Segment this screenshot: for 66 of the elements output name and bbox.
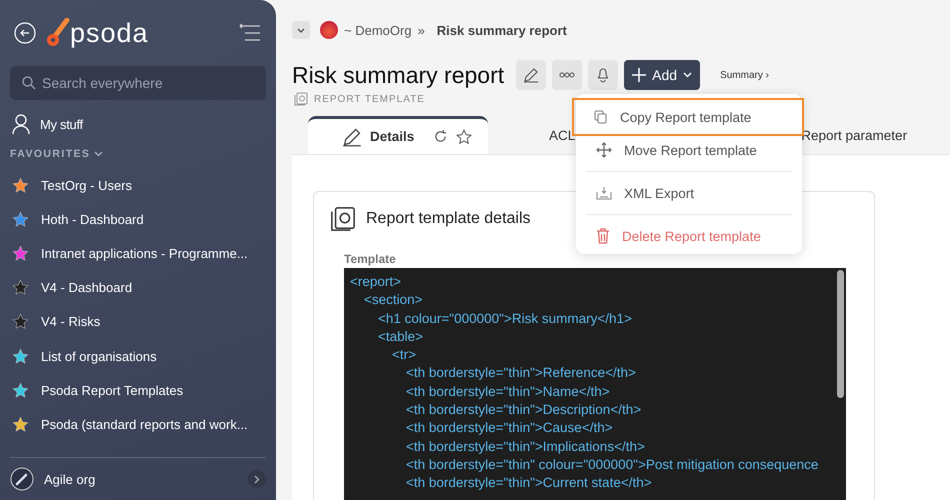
chevron-right-icon[interactable] [248, 470, 266, 488]
code-line: <table> [377, 328, 424, 346]
logo-text: psoda [70, 18, 149, 48]
breadcrumb-link[interactable]: ~ DemoOrg [344, 22, 412, 38]
chevron-down-icon [297, 28, 305, 32]
chevron-down-icon [683, 72, 692, 78]
favourite-link[interactable]: V4 - Risks [41, 314, 100, 330]
report-template-icon [294, 92, 308, 106]
code-line: <th borderstyle="thin">Cause</th> [405, 419, 614, 438]
menu-item[interactable]: Copy Report template [572, 98, 804, 136]
code-line: <report> [350, 273, 402, 291]
search-icon [22, 76, 36, 90]
org-avatar-icon [10, 467, 34, 491]
favourite-link[interactable]: Hoth - Dashboard [41, 212, 144, 227]
code-line: <th borderstyle="thin">Description</th> [405, 401, 642, 420]
user-icon [12, 114, 30, 134]
xml-file-icon [596, 186, 612, 200]
star-outline-icon[interactable] [456, 128, 472, 144]
breadcrumb-separator: » [418, 22, 425, 38]
favourite-link[interactable]: Psoda Report Templates [41, 382, 184, 398]
code-line: <th borderstyle="thin">Current state</th> [405, 474, 653, 492]
code-line: <tr> [391, 346, 418, 364]
field-label: Template [344, 252, 397, 266]
favourite-link[interactable]: Intranet applications - Programme... [41, 246, 248, 261]
edit-button[interactable] [516, 60, 546, 90]
page-subtitle: REPORT TEMPLATE [314, 94, 425, 104]
trash-icon [596, 228, 610, 244]
plus-icon [632, 68, 646, 82]
code-line: <th borderstyle="thin" colour="000000">Post mitigation consequence [405, 456, 820, 474]
pencil-icon [342, 126, 362, 146]
pencil-icon [523, 67, 540, 83]
logo-icon [46, 18, 70, 48]
nav-link[interactable]: My stuff [40, 116, 83, 132]
code-editor[interactable] [344, 268, 846, 500]
code-line: <th borderstyle="thin">Reference</th> [405, 364, 637, 382]
back-icon[interactable] [14, 22, 36, 44]
menu-item[interactable]: Move Report template [576, 136, 802, 164]
favourite-link[interactable]: Psoda (standard reports and work... [41, 416, 248, 432]
card-title: Report template details [366, 210, 531, 228]
move-icon [596, 142, 612, 158]
more-button[interactable] [552, 60, 582, 90]
favourite-link[interactable]: TestOrg - Users [41, 178, 132, 193]
org-logo-icon [320, 21, 338, 39]
favourite-link[interactable]: V4 - Dashboard [41, 280, 132, 296]
search-field[interactable]: Search everywhere [10, 66, 266, 100]
code-line: <th borderstyle="thin">Name</th> [405, 382, 611, 401]
section-heading: FAVOURITES [10, 148, 90, 160]
favourite-link[interactable]: List of organisations [41, 348, 157, 364]
breadcrumb-current: Risk summary report [436, 22, 567, 38]
code-line: <section> [363, 291, 424, 310]
org-switcher[interactable]: Agile org [44, 472, 96, 486]
bell-button[interactable] [588, 60, 618, 90]
summary-link[interactable]: Summary › [720, 70, 769, 80]
refresh-icon[interactable] [433, 129, 448, 144]
code-line: <h1 colour="000000">Risk summary</h1> [377, 310, 633, 328]
chevron-down-icon[interactable] [94, 151, 104, 157]
menu-item[interactable]: XML Export [576, 179, 802, 207]
page-title: Risk summary report [292, 62, 504, 88]
copy-icon [594, 110, 608, 124]
tab[interactable]: Details [308, 116, 488, 154]
dropdown-button[interactable] [292, 21, 310, 39]
add-button[interactable]: Add [624, 60, 700, 90]
report-template-icon [330, 206, 356, 232]
code-line: <th borderstyle="thin">Implications</th> [405, 438, 646, 456]
scrollbar[interactable] [837, 270, 844, 398]
more-icon [559, 72, 576, 78]
